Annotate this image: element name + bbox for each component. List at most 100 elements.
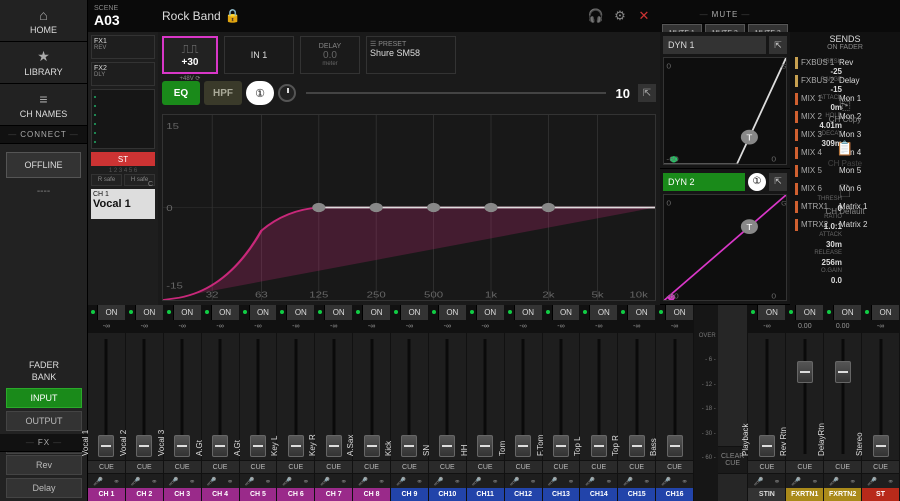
on-button[interactable]: ON <box>363 305 390 320</box>
cue-button[interactable]: CUE <box>467 460 504 474</box>
nav-chnames[interactable]: ≡ CH NAMES <box>0 84 87 126</box>
hpf-knob[interactable] <box>278 84 296 102</box>
cue-button[interactable]: CUE <box>429 460 466 474</box>
preset-box[interactable]: ☰ PRESET Shure SM58 <box>366 36 456 74</box>
strip-icons[interactable]: 🎤⚭ <box>748 474 785 488</box>
fx2-slot[interactable]: FX2 DLY <box>91 62 155 86</box>
fx-delay[interactable]: Delay <box>6 478 82 498</box>
strip-icons[interactable]: 🎤⚭ <box>580 474 617 488</box>
fader-bank-output[interactable]: OUTPUT <box>6 411 82 431</box>
cue-button[interactable]: CUE <box>862 460 899 474</box>
clear-cue[interactable]: CLEAR CUE <box>718 305 749 501</box>
channel-number[interactable]: CH14 <box>580 488 617 501</box>
fx-rev[interactable]: Rev <box>6 455 82 475</box>
offline-button[interactable]: OFFLINE <box>6 152 81 178</box>
ch-copy[interactable]: ⎘CH Copy <box>790 88 900 132</box>
channel-number[interactable]: CH 6 <box>277 488 314 501</box>
cue-button[interactable]: CUE <box>164 460 201 474</box>
on-button[interactable]: ON <box>758 305 785 320</box>
on-button[interactable]: ON <box>136 305 163 320</box>
strip-icons[interactable]: 🎤⚭ <box>824 474 861 488</box>
fader-bank-input[interactable]: INPUT <box>6 388 82 408</box>
strip-icons[interactable]: 🎤⚭ <box>656 474 693 488</box>
phantom-power[interactable]: +48V ⟳ <box>180 75 201 82</box>
cue-button[interactable]: CUE <box>824 460 861 474</box>
strip-icons[interactable]: 🎤⚭ <box>240 474 277 488</box>
eq-slider-track[interactable] <box>306 92 606 94</box>
channel-number[interactable]: FXRTN1 <box>786 488 823 501</box>
on-button[interactable]: ON <box>439 305 466 320</box>
cue-button[interactable]: CUE <box>202 460 239 474</box>
channel-number[interactable]: FXRTN2 <box>824 488 861 501</box>
channel-number[interactable]: CH15 <box>618 488 655 501</box>
on-button[interactable]: ON <box>325 305 352 320</box>
on-button[interactable]: ON <box>477 305 504 320</box>
gear-icon[interactable]: ⚙ <box>608 4 632 28</box>
on-button[interactable]: ON <box>666 305 693 320</box>
cue-button[interactable]: CUE <box>543 460 580 474</box>
cue-button[interactable]: CUE <box>786 460 823 474</box>
channel-number[interactable]: CH 9 <box>391 488 428 501</box>
cue-button[interactable]: CUE <box>505 460 542 474</box>
eq-band-selector[interactable]: ① <box>246 81 274 105</box>
delay-box[interactable]: DELAY 0.0 meter <box>300 36 360 74</box>
cue-button[interactable]: CUE <box>315 460 352 474</box>
channel-number[interactable]: CH 8 <box>353 488 390 501</box>
channel-label[interactable]: C CH 1 Vocal 1 <box>91 189 155 219</box>
dyn1-title[interactable]: DYN 1 <box>663 36 766 54</box>
channel-number[interactable]: CH 2 <box>126 488 163 501</box>
cue-button[interactable]: CUE <box>618 460 655 474</box>
cue-button[interactable]: CUE <box>391 460 428 474</box>
st-badge[interactable]: ST <box>91 152 155 166</box>
on-button[interactable]: ON <box>287 305 314 320</box>
hpf-button[interactable]: HPF <box>204 81 242 105</box>
on-button[interactable]: ON <box>553 305 580 320</box>
on-button[interactable]: ON <box>590 305 617 320</box>
strip-icons[interactable]: 🎤⚭ <box>786 474 823 488</box>
dyn1-graph[interactable]: T 0-600 GR THRESH-25RANGE-15ATTACK0mHOLD… <box>663 57 787 165</box>
strip-icons[interactable]: 🎤⚭ <box>353 474 390 488</box>
on-button[interactable]: ON <box>174 305 201 320</box>
channel-number[interactable]: CH16 <box>656 488 693 501</box>
strip-icons[interactable]: 🎤⚭ <box>618 474 655 488</box>
on-button[interactable]: ON <box>796 305 823 320</box>
strip-icons[interactable]: 🎤⚭ <box>164 474 201 488</box>
on-button[interactable]: ON <box>515 305 542 320</box>
nav-home[interactable]: ⌂ HOME <box>0 0 87 42</box>
cue-button[interactable]: CUE <box>240 460 277 474</box>
dyn2-title[interactable]: DYN 2 <box>663 173 745 191</box>
on-button[interactable]: ON <box>401 305 428 320</box>
fader-track[interactable]: Stereo <box>862 333 899 460</box>
strip-icons[interactable]: 🎤⚭ <box>505 474 542 488</box>
strip-icons[interactable]: 🎤⚭ <box>543 474 580 488</box>
channel-number[interactable]: CH 3 <box>164 488 201 501</box>
ch-default[interactable]: 🗋CH Default <box>790 176 900 220</box>
on-button[interactable]: ON <box>212 305 239 320</box>
headphones-icon[interactable]: 🎧 <box>584 4 608 28</box>
cue-button[interactable]: CUE <box>748 460 785 474</box>
on-button[interactable]: ON <box>834 305 861 320</box>
eq-popout-icon[interactable]: ⇱ <box>638 84 656 102</box>
channel-number[interactable]: CH 5 <box>240 488 277 501</box>
strip-icons[interactable]: 🎤⚭ <box>467 474 504 488</box>
channel-number[interactable]: CH11 <box>467 488 504 501</box>
gain-box[interactable]: ⎍⎍ +30 +48V ⟳ <box>162 36 218 74</box>
strip-icons[interactable]: 🎤⚭ <box>315 474 352 488</box>
dyn2-band[interactable]: ① <box>748 173 766 191</box>
on-button[interactable]: ON <box>250 305 277 320</box>
close-icon[interactable]: ✕ <box>632 4 656 28</box>
strip-icons[interactable]: 🎤⚭ <box>202 474 239 488</box>
channel-number[interactable]: ST <box>862 488 899 501</box>
dyn2-graph[interactable]: T 0-600 GR THRESH0RATIO1.0:1ATTACK30mREL… <box>663 194 787 302</box>
cue-button[interactable]: CUE <box>277 460 314 474</box>
fx1-slot[interactable]: FX1 REV <box>91 35 155 59</box>
channel-number[interactable]: CH 4 <box>202 488 239 501</box>
on-button[interactable]: ON <box>872 305 899 320</box>
recall-safe[interactable]: R safe <box>91 174 122 186</box>
channel-number[interactable]: STIN <box>748 488 785 501</box>
eq-graph[interactable]: 3263125 2505001k 2k5k10k 150-15 <box>162 114 656 301</box>
cue-button[interactable]: CUE <box>656 460 693 474</box>
ch-paste[interactable]: 📋CH Paste <box>790 132 900 176</box>
on-button[interactable]: ON <box>98 305 125 320</box>
dyn2-popout-icon[interactable]: ⇱ <box>769 173 787 191</box>
